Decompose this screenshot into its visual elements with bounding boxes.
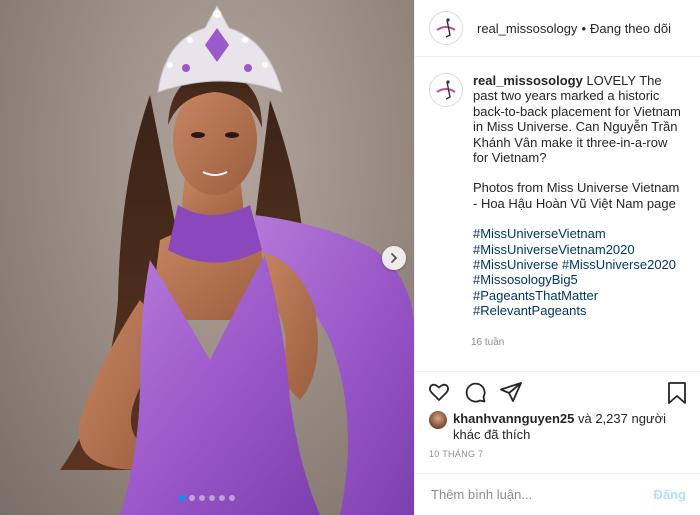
- next-slide-button[interactable]: [382, 246, 406, 270]
- avatar[interactable]: [429, 11, 463, 45]
- missosology-logo-icon: [436, 18, 456, 38]
- caption-credit: Photos from Miss Universe Vietnam - Hoa …: [473, 180, 680, 211]
- hashtag-link[interactable]: #MissosologyBig5: [473, 272, 686, 287]
- save-button[interactable]: [666, 381, 688, 410]
- caption-area: real_missosology LOVELY The past two yea…: [415, 57, 700, 371]
- bookmark-icon: [668, 382, 686, 404]
- carousel-indicator: [0, 495, 414, 501]
- instagram-post: real_missosology • Đang theo dõi real_mi…: [0, 0, 700, 515]
- liker-username[interactable]: khanhvannguyen25: [453, 411, 574, 426]
- like-button[interactable]: [427, 380, 451, 404]
- hashtag-link[interactable]: #RelevantPageants: [473, 303, 686, 318]
- header-separator: •: [581, 20, 586, 36]
- hashtag-link[interactable]: #MissUniverse #MissUniverse2020: [473, 257, 686, 272]
- hashtag-link[interactable]: #MissUniverseVietnam2020: [473, 242, 686, 257]
- comment-input[interactable]: [429, 486, 654, 503]
- post-comment-button[interactable]: Đăng: [654, 487, 687, 502]
- carousel-dot: [209, 495, 215, 501]
- share-icon: [500, 381, 522, 402]
- hashtag-link[interactable]: #MissUniverseVietnam: [473, 226, 686, 241]
- post-side-panel: real_missosology • Đang theo dõi real_mi…: [414, 0, 700, 515]
- liker-avatar[interactable]: [429, 411, 447, 429]
- carousel-dot: [189, 495, 195, 501]
- carousel-dot: [219, 495, 225, 501]
- woman-in-purple-dress-illustration: [60, 4, 414, 515]
- hashtag-link[interactable]: #PageantsThatMatter: [473, 288, 686, 303]
- comment-icon: [465, 382, 486, 403]
- avatar[interactable]: [429, 73, 463, 107]
- caption-text: real_missosology LOVELY The past two yea…: [473, 73, 686, 319]
- header-username[interactable]: real_missosology: [477, 21, 577, 36]
- likes-summary: khanhvannguyen25 và 2,237 người khác đã …: [415, 411, 700, 443]
- action-bar: [415, 371, 700, 411]
- caption-time-ago[interactable]: 16 tuần: [471, 337, 686, 348]
- post-header: real_missosology • Đang theo dõi: [415, 0, 700, 57]
- carousel-dot: [179, 495, 185, 501]
- comment-button[interactable]: [463, 380, 487, 404]
- carousel-dot: [199, 495, 205, 501]
- heart-icon: [428, 383, 450, 401]
- comment-bar: Đăng: [415, 473, 700, 515]
- caption-row: real_missosology LOVELY The past two yea…: [429, 73, 686, 319]
- share-button[interactable]: [499, 380, 523, 404]
- post-photo[interactable]: [0, 0, 414, 515]
- post-date[interactable]: 10 THÁNG 7: [415, 443, 700, 465]
- missosology-logo-icon: [436, 80, 456, 100]
- next-arrow-icon: [391, 253, 398, 263]
- following-button[interactable]: Đang theo dõi: [590, 21, 671, 36]
- caption-username[interactable]: real_missosology: [473, 73, 583, 88]
- carousel-dot: [229, 495, 235, 501]
